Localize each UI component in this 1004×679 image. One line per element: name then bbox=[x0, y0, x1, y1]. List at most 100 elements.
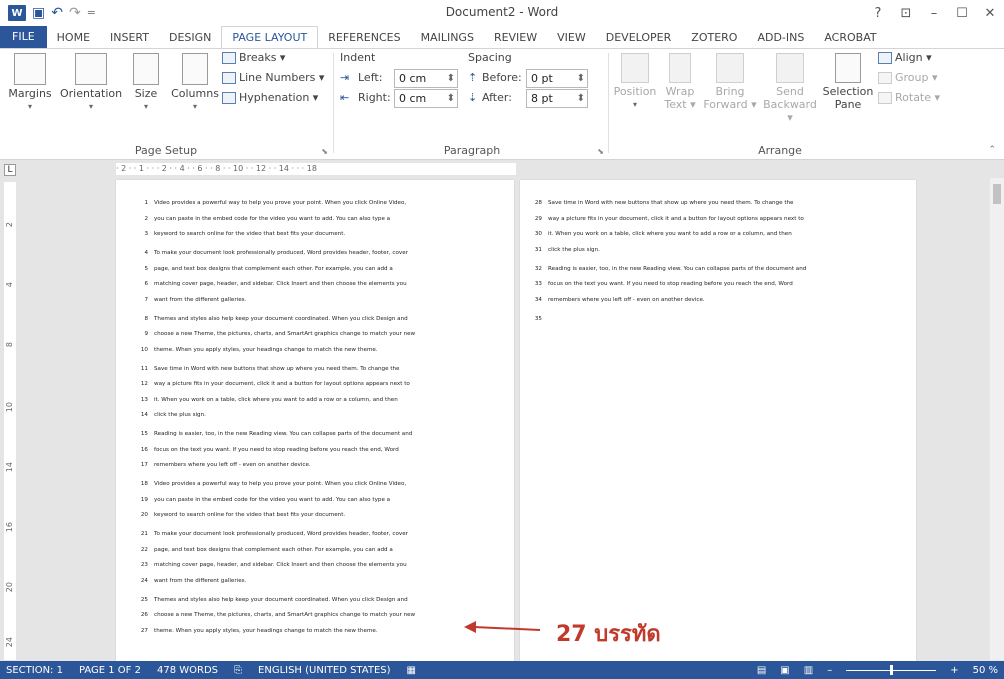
document-line[interactable]: Themes and styles also help keep your do… bbox=[154, 597, 408, 603]
customize-qat-button[interactable]: = bbox=[87, 5, 96, 21]
paragraph-dialog-launcher[interactable]: ⬊ bbox=[597, 147, 604, 156]
zoom-in-button[interactable]: + bbox=[950, 665, 958, 676]
tab-acrobat[interactable]: ACROBAT bbox=[814, 28, 886, 48]
document-line[interactable]: Save time in Word with new buttons that … bbox=[548, 200, 794, 206]
document-line[interactable]: Themes and styles also help keep your do… bbox=[154, 316, 408, 322]
bring-forward-button[interactable]: Bring Forward ▾ bbox=[702, 51, 758, 111]
document-line[interactable]: remembers where you left off - even on a… bbox=[154, 462, 311, 468]
word-count[interactable]: 478 WORDS bbox=[157, 665, 218, 676]
hyphenation-button[interactable]: Hyphenation ▾ bbox=[222, 91, 318, 104]
window-controls: ? ⊡ – ☐ ✕ bbox=[864, 0, 1004, 26]
tab-selector[interactable]: L bbox=[4, 164, 16, 176]
undo-button[interactable]: ↶ bbox=[51, 5, 63, 21]
document-line[interactable]: page, and text box designs that compleme… bbox=[154, 266, 393, 272]
margins-button[interactable]: Margins ▾ bbox=[2, 51, 58, 113]
send-backward-button[interactable]: Send Backward ▾ bbox=[760, 51, 820, 124]
document-line[interactable]: theme. When you apply styles, your headi… bbox=[154, 628, 378, 634]
document-line[interactable]: it. When you work on a table, click wher… bbox=[548, 231, 792, 237]
tab-mailings[interactable]: MAILINGS bbox=[411, 28, 484, 48]
document-line[interactable]: keyword to search online for the video t… bbox=[154, 512, 345, 518]
document-line[interactable]: want from the different galleries. bbox=[154, 578, 246, 584]
maximize-button[interactable]: ☐ bbox=[948, 6, 976, 21]
document-line[interactable]: Video provides a powerful way to help yo… bbox=[154, 481, 406, 487]
size-button[interactable]: Size ▾ bbox=[126, 51, 166, 113]
page-indicator[interactable]: PAGE 1 OF 2 bbox=[79, 665, 141, 676]
indent-left-input[interactable]: 0 cm bbox=[394, 69, 458, 88]
document-line[interactable]: you can paste in the embed code for the … bbox=[154, 216, 390, 222]
collapse-ribbon-icon[interactable]: ⌃ bbox=[988, 145, 996, 155]
group-objects-button[interactable]: Group ▾ bbox=[878, 71, 938, 84]
document-line[interactable]: want from the different galleries. bbox=[154, 297, 246, 303]
orientation-button[interactable]: Orientation ▾ bbox=[60, 51, 122, 113]
indent-right-input[interactable]: 0 cm bbox=[394, 89, 458, 108]
horizontal-ruler[interactable]: · 2 · · 1 · · · 2 · · 4 · · 6 · · 8 · · … bbox=[116, 163, 516, 175]
document-line[interactable]: click the plus sign. bbox=[154, 412, 206, 418]
save-icon[interactable]: ▣ bbox=[32, 5, 45, 21]
rotate-button[interactable]: Rotate ▾ bbox=[878, 91, 940, 104]
zoom-level[interactable]: 50 % bbox=[973, 665, 998, 676]
document-line[interactable]: Save time in Word with new buttons that … bbox=[154, 366, 400, 372]
vertical-ruler[interactable]: 2 4 8 10 14 16 20 24 bbox=[4, 182, 16, 660]
tab-view[interactable]: VIEW bbox=[547, 28, 596, 48]
columns-button[interactable]: Columns ▾ bbox=[170, 51, 220, 113]
zoom-out-button[interactable]: – bbox=[827, 665, 832, 676]
redo-button[interactable]: ↷ bbox=[69, 5, 81, 21]
document-line[interactable]: Reading is easier, too, in the new Readi… bbox=[154, 431, 412, 437]
tab-page-layout[interactable]: PAGE LAYOUT bbox=[221, 26, 319, 48]
read-mode-icon[interactable]: ▤ bbox=[757, 665, 766, 676]
document-line[interactable]: remembers where you left off - even on a… bbox=[548, 297, 705, 303]
document-page-2[interactable]: 28 Save time in Word with new buttons tha… bbox=[520, 180, 916, 661]
tab-file[interactable]: FILE bbox=[0, 26, 47, 48]
document-line[interactable]: way a picture fits in your document, cli… bbox=[548, 216, 804, 222]
tab-add-ins[interactable]: ADD-INS bbox=[747, 28, 814, 48]
document-line[interactable]: theme. When you apply styles, your headi… bbox=[154, 347, 378, 353]
section-indicator[interactable]: SECTION: 1 bbox=[6, 665, 63, 676]
document-line[interactable]: focus on the text you want. If you need … bbox=[154, 447, 399, 453]
breaks-button[interactable]: Breaks ▾ bbox=[222, 51, 285, 64]
close-button[interactable]: ✕ bbox=[976, 6, 1004, 21]
position-button[interactable]: Position ▾ bbox=[612, 51, 658, 111]
tab-home[interactable]: HOME bbox=[47, 28, 100, 48]
line-numbers-button[interactable]: Line Numbers ▾ bbox=[222, 71, 324, 84]
document-line[interactable]: click the plus sign. bbox=[548, 247, 600, 253]
web-layout-icon[interactable]: ▥ bbox=[804, 665, 813, 676]
document-line[interactable]: Video provides a powerful way to help yo… bbox=[154, 200, 406, 206]
zoom-slider[interactable] bbox=[846, 664, 937, 675]
document-line[interactable]: choose a new Theme, the pictures, charts… bbox=[154, 331, 415, 337]
tab-review[interactable]: REVIEW bbox=[484, 28, 547, 48]
word-app-icon[interactable]: W bbox=[8, 5, 26, 21]
document-line[interactable]: keyword to search online for the video t… bbox=[154, 231, 345, 237]
document-line[interactable]: focus on the text you want. If you need … bbox=[548, 281, 793, 287]
spacing-after-input[interactable]: 8 pt bbox=[526, 89, 588, 108]
macro-recording-icon[interactable]: ▦ bbox=[407, 665, 416, 676]
document-page-1[interactable]: 1 Video provides a powerful way to help y… bbox=[116, 180, 514, 661]
tab-insert[interactable]: INSERT bbox=[100, 28, 159, 48]
document-line[interactable]: matching cover page, header, and sidebar… bbox=[154, 562, 407, 568]
spacing-before-input[interactable]: 0 pt bbox=[526, 69, 588, 88]
tab-design[interactable]: DESIGN bbox=[159, 28, 221, 48]
tab-developer[interactable]: DEVELOPER bbox=[596, 28, 682, 48]
document-line[interactable]: To make your document look professionall… bbox=[154, 250, 408, 256]
document-line[interactable]: it. When you work on a table, click wher… bbox=[154, 397, 398, 403]
tab-references[interactable]: REFERENCES bbox=[318, 28, 410, 48]
document-line[interactable]: way a picture fits in your document, cli… bbox=[154, 381, 410, 387]
language-indicator[interactable]: ENGLISH (UNITED STATES) bbox=[258, 665, 391, 676]
selection-pane-button[interactable]: Selection Pane bbox=[822, 51, 874, 111]
tab-zotero[interactable]: ZOTERO bbox=[681, 28, 747, 48]
align-button[interactable]: Align ▾ bbox=[878, 51, 932, 64]
document-line[interactable]: matching cover page, header, and sidebar… bbox=[154, 281, 407, 287]
minimize-button[interactable]: – bbox=[920, 6, 948, 21]
document-line[interactable]: page, and text box designs that compleme… bbox=[154, 547, 393, 553]
help-button[interactable]: ? bbox=[864, 6, 892, 21]
document-line[interactable]: choose a new Theme, the pictures, charts… bbox=[154, 612, 415, 618]
wrap-text-button[interactable]: Wrap Text ▾ bbox=[660, 51, 700, 111]
document-line[interactable]: you can paste in the embed code for the … bbox=[154, 497, 390, 503]
document-line[interactable]: Reading is easier, too, in the new Readi… bbox=[548, 266, 806, 272]
print-layout-icon[interactable]: ▣ bbox=[780, 665, 789, 676]
page-setup-dialog-launcher[interactable]: ⬊ bbox=[321, 147, 328, 156]
proofing-icon[interactable]: ⎘ bbox=[234, 665, 242, 676]
vertical-scrollbar[interactable] bbox=[990, 178, 1004, 660]
ribbon-display-options-button[interactable]: ⊡ bbox=[892, 6, 920, 21]
scrollbar-thumb[interactable] bbox=[993, 184, 1001, 204]
document-line[interactable]: To make your document look professionall… bbox=[154, 531, 408, 537]
